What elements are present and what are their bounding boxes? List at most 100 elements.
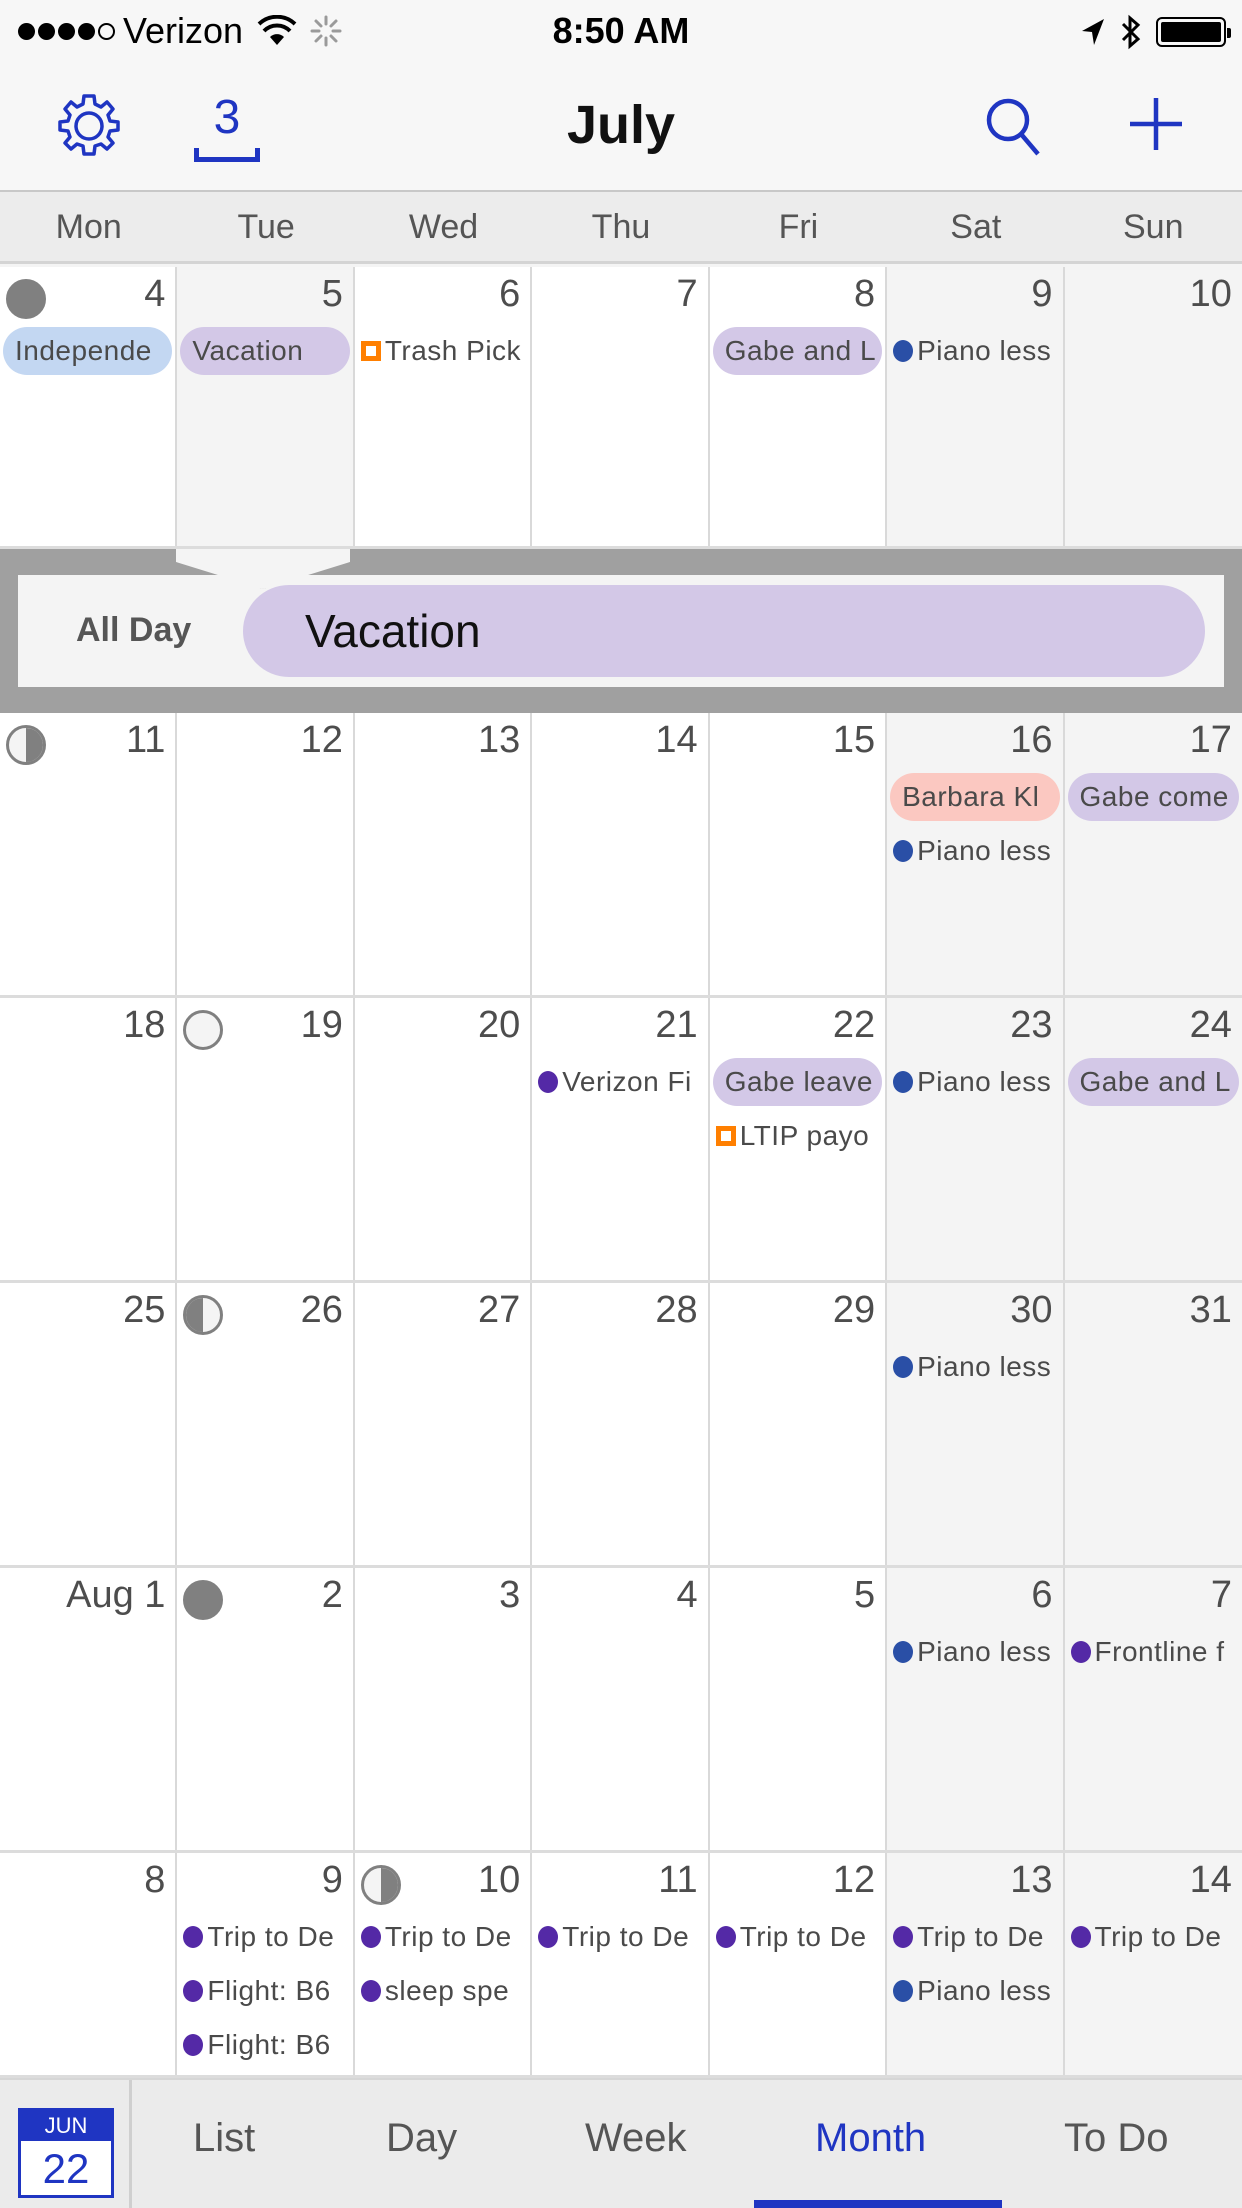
event-dot-icon — [1070, 1641, 1091, 1663]
event-list: Piano less — [887, 327, 1062, 381]
event-item[interactable]: Flight: B6 — [181, 2021, 348, 2069]
event-item[interactable]: Trip to De — [714, 1913, 881, 1961]
day-number: 14 — [1189, 1859, 1232, 1901]
event-item[interactable]: Gabe and L — [712, 327, 883, 375]
day-cell[interactable]: 22 Gabe leave LTIP payo — [709, 998, 888, 1280]
day-cell[interactable]: 7 Frontline f — [1064, 1568, 1242, 1850]
add-icon[interactable] — [1128, 96, 1184, 152]
event-item[interactable]: Piano less — [891, 1343, 1058, 1391]
event-title: Trip to De — [384, 1921, 512, 1952]
event-item[interactable]: Trip to De — [1069, 1913, 1238, 1961]
day-cell[interactable]: 14 — [532, 713, 710, 995]
day-number: 13 — [477, 719, 521, 761]
day-cell[interactable]: 21 Verizon Fi — [532, 998, 710, 1280]
day-cell[interactable]: 11 — [0, 713, 178, 995]
day-cell[interactable]: 11 Trip to De — [532, 1853, 710, 2075]
event-item[interactable]: Trip to De — [891, 1913, 1058, 1961]
event-vacation[interactable]: Vacation — [243, 585, 1205, 677]
event-item[interactable]: Frontline f — [1069, 1628, 1238, 1676]
day-cell[interactable]: 15 — [709, 713, 888, 995]
week-row: 4 Independe 5 Vacation 6 Trash Pick 7 8 Gabe and… — [0, 267, 1242, 549]
event-item[interactable]: Piano less — [891, 327, 1058, 375]
day-cell[interactable]: 4 — [532, 1568, 710, 1850]
day-cell[interactable]: 17 Gabe come — [1064, 713, 1242, 995]
day-cell[interactable]: 29 — [709, 1283, 888, 1565]
day-cell[interactable]: 4 Independe — [0, 267, 178, 546]
day-cell[interactable]: 12 Trip to De — [709, 1853, 888, 2075]
day-cell[interactable]: 13 Trip to De Piano less — [887, 1853, 1065, 2075]
weekday-label: Mon — [55, 208, 122, 246]
day-cell[interactable]: 5 Vacation — [177, 267, 355, 546]
day-cell[interactable]: 18 — [0, 998, 178, 1280]
weekday-label: Fri — [778, 208, 819, 246]
event-item[interactable]: Gabe come — [1067, 773, 1239, 821]
day-cell[interactable]: 23 Piano less — [887, 998, 1065, 1280]
day-cell[interactable]: 10 Trip to De sleep spe — [354, 1853, 533, 2075]
event-dot-icon — [183, 2034, 204, 2056]
day-cell[interactable]: 27 — [354, 1283, 533, 1565]
tab-todo[interactable]: To Do — [1064, 2116, 1169, 2161]
day-cell[interactable]: 14 Trip to De — [1064, 1853, 1242, 2075]
day-cell[interactable]: 30 Piano less — [887, 1283, 1065, 1565]
event-item[interactable]: Trip to De — [181, 1913, 348, 1961]
event-item[interactable]: Piano less — [891, 827, 1058, 875]
event-item[interactable]: Vacation — [180, 327, 350, 375]
day-cell[interactable]: 12 — [177, 713, 355, 995]
event-item[interactable]: Trip to De — [359, 1913, 526, 1961]
day-cell[interactable]: 3 — [354, 1568, 533, 1850]
day-cell[interactable]: 25 — [0, 1283, 178, 1565]
day-cell[interactable]: 6 Trash Pick — [354, 267, 533, 546]
day-cell[interactable]: 8 — [0, 1853, 178, 2075]
day-cell[interactable]: 10 — [1064, 267, 1242, 546]
day-cell[interactable]: 8 Gabe and L — [709, 267, 888, 546]
day-number: 7 — [1210, 1574, 1232, 1616]
event-item[interactable]: Independe — [3, 327, 173, 375]
day-cell[interactable]: 31 — [1064, 1283, 1242, 1565]
location-arrow-icon — [1082, 19, 1104, 45]
day-cell[interactable]: 13 — [354, 713, 533, 995]
weekday-label: Sun — [1122, 208, 1184, 246]
moon-phase-last-quarter-icon — [360, 1865, 401, 1905]
day-cell[interactable]: 16 Barbara Kl Piano less — [887, 713, 1065, 995]
go-to-today-button[interactable]: JUN 22 — [18, 2108, 114, 2198]
tab-week[interactable]: Week — [585, 2116, 687, 2161]
event-item[interactable]: Trip to De — [536, 1913, 703, 1961]
event-item[interactable]: Piano less — [891, 1967, 1058, 2015]
event-item[interactable]: Gabe and L — [1067, 1058, 1239, 1106]
event-item[interactable]: Trash Pick — [359, 327, 526, 375]
event-item[interactable]: Piano less — [891, 1058, 1058, 1106]
event-item[interactable]: Verizon Fi — [536, 1058, 703, 1106]
day-cell[interactable]: 5 — [709, 1568, 888, 1850]
weekday-header: Mon Tue Wed Thu Fri Sat Sun — [0, 192, 1242, 264]
event-title: LTIP payo — [739, 1120, 870, 1151]
day-cell[interactable]: 7 — [532, 267, 710, 546]
event-item[interactable]: Piano less — [891, 1628, 1058, 1676]
day-cell[interactable]: 9 Trip to De Flight: B6 Flight: B6 — [177, 1853, 355, 2075]
day-cell[interactable]: 28 — [532, 1283, 710, 1565]
day-cell[interactable]: 20 — [354, 998, 533, 1280]
event-title: sleep spe — [384, 1975, 510, 2006]
status-right — [1080, 14, 1231, 50]
day-cell[interactable]: 6 Piano less — [887, 1568, 1065, 1850]
event-item[interactable]: Gabe leave — [712, 1058, 883, 1106]
day-cell[interactable]: Aug 1 — [0, 1568, 178, 1850]
day-number: Aug 1 — [66, 1574, 166, 1616]
day-cell[interactable]: 19 — [177, 998, 355, 1280]
tab-divider — [129, 2080, 132, 2208]
day-cell[interactable]: 26 — [177, 1283, 355, 1565]
event-item[interactable]: Barbara Kl — [890, 773, 1060, 821]
popover-arrow — [176, 549, 350, 591]
tab-month[interactable]: Month — [815, 2116, 926, 2161]
event-item[interactable]: Flight: B6 — [181, 1967, 348, 2015]
day-cell[interactable]: 2 — [177, 1568, 355, 1850]
day-cell[interactable]: 9 Piano less — [887, 267, 1065, 546]
event-item[interactable]: sleep spe — [359, 1967, 526, 2015]
day-cell[interactable]: 24 Gabe and L — [1064, 998, 1242, 1280]
event-item[interactable]: LTIP payo — [714, 1112, 881, 1160]
status-time: 8:50 AM — [552, 10, 690, 51]
tab-list[interactable]: List — [193, 2116, 255, 2161]
day-number: 29 — [832, 1289, 876, 1331]
event-dot-icon — [538, 1071, 559, 1093]
tab-day[interactable]: Day — [386, 2116, 457, 2161]
search-icon[interactable] — [984, 96, 1044, 158]
